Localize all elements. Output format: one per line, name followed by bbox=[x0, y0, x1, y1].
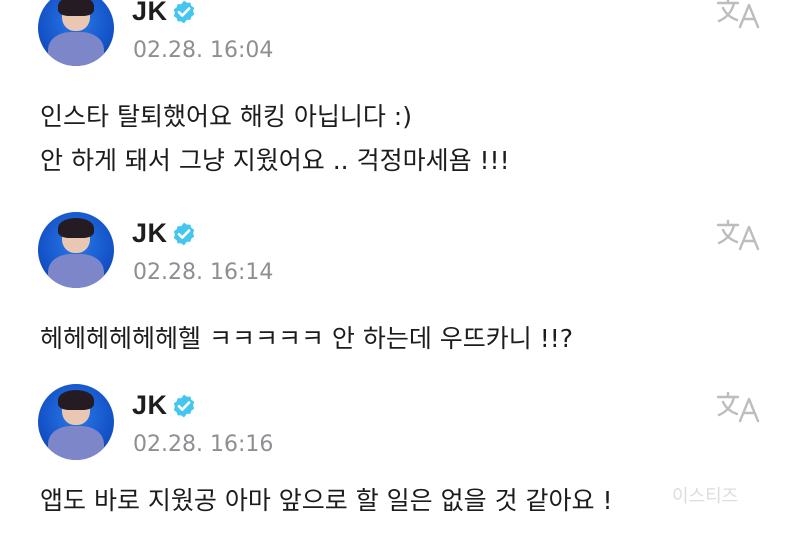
author-name[interactable]: JK bbox=[132, 390, 168, 421]
post-message-line: 안 하게 돼서 그냥 지웠어요 .. 걱정마세욤 !!! bbox=[40, 146, 510, 175]
post-timestamp: 02.28. 16:14 bbox=[133, 260, 274, 285]
author-avatar[interactable] bbox=[38, 212, 114, 288]
author-name[interactable]: JK bbox=[132, 218, 168, 249]
post-message-line: 인스타 탈퇴했어요 해킹 아닙니다 :) bbox=[40, 102, 412, 131]
post-feed: JK 02.28. 16:04 인스타 탈퇴했어요 해킹 아닙니다 :) 안 하… bbox=[0, 0, 800, 534]
post-timestamp: 02.28. 16:04 bbox=[133, 38, 274, 63]
author-avatar[interactable] bbox=[38, 0, 114, 66]
author-avatar[interactable] bbox=[38, 384, 114, 460]
post-message-line: 헤헤헤헤헤헤헬 ㅋㅋㅋㅋㅋ 안 하는데 우뜨카니 !!? bbox=[40, 324, 574, 353]
post-message-line: 앱도 바로 지웠공 아마 앞으로 할 일은 없을 것 같아요 ! bbox=[40, 486, 613, 515]
translate-icon[interactable] bbox=[716, 390, 762, 424]
verified-badge-icon bbox=[173, 0, 195, 24]
translate-icon[interactable] bbox=[716, 218, 762, 252]
verified-badge-icon bbox=[173, 222, 195, 246]
translate-icon[interactable] bbox=[716, 0, 762, 30]
watermark: 이스티즈 bbox=[672, 486, 739, 507]
author-name[interactable]: JK bbox=[132, 0, 168, 27]
post-timestamp: 02.28. 16:16 bbox=[133, 432, 274, 457]
verified-badge-icon bbox=[173, 394, 195, 418]
